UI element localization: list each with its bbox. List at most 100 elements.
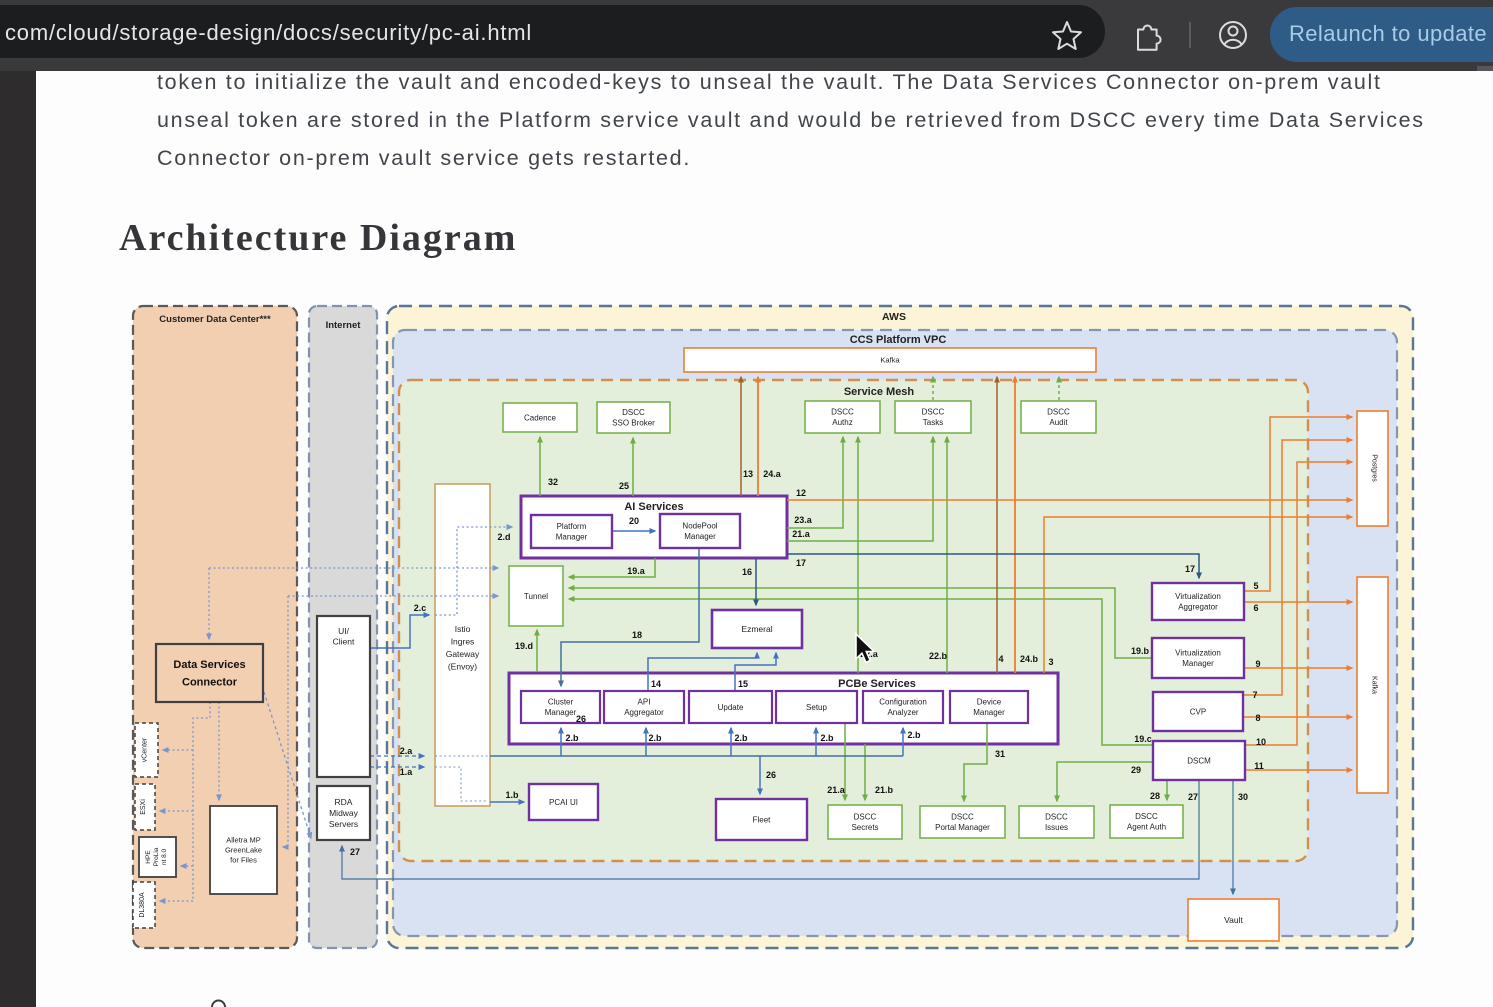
svg-text:for Files: for Files [230,856,257,865]
svg-text:GreenLake: GreenLake [225,846,262,855]
svg-text:Analyzer: Analyzer [887,708,918,717]
svg-text:CCS Platform VPC: CCS Platform VPC [850,334,947,346]
svg-text:RDA: RDA [335,797,353,807]
svg-text:31: 31 [995,749,1005,759]
svg-text:Customer Data Center***: Customer Data Center*** [159,314,271,325]
svg-text:Audit: Audit [1049,418,1068,427]
svg-text:Authz: Authz [832,418,852,427]
svg-text:DSCC: DSCC [1045,813,1068,822]
svg-text:2.b: 2.b [648,733,662,743]
svg-text:26: 26 [766,770,776,780]
svg-text:DSCC: DSCC [922,408,945,417]
svg-text:(Envoy): (Envoy) [448,662,477,672]
svg-text:27: 27 [350,847,360,857]
svg-text:vCenter: vCenter [142,737,149,762]
svg-text:2.b: 2.b [734,733,748,743]
svg-text:DSCM: DSCM [1187,756,1211,765]
svg-text:26: 26 [576,714,586,724]
svg-text:Fleet: Fleet [753,815,772,824]
svg-text:19.b: 19.b [1131,646,1150,656]
svg-text:Gateway: Gateway [446,649,480,659]
svg-text:9: 9 [1255,659,1260,669]
svg-text:19.c: 19.c [1134,734,1152,744]
svg-text:Cadence: Cadence [524,413,557,422]
svg-text:15: 15 [738,679,748,689]
svg-text:14: 14 [651,679,661,689]
svg-text:21.a: 21.a [792,529,811,539]
svg-text:Vault: Vault [1224,915,1243,925]
svg-text:21.b: 21.b [875,785,894,795]
svg-text:SSO Broker: SSO Broker [612,418,655,427]
svg-text:24.a: 24.a [763,469,782,479]
svg-text:Connector: Connector [182,677,238,689]
svg-text:2.a: 2.a [400,746,414,756]
svg-text:Portal Manager: Portal Manager [935,823,990,832]
svg-text:ProLia: ProLia [153,847,160,866]
svg-text:DSCC: DSCC [622,408,645,417]
svg-text:2.d: 2.d [497,532,510,542]
svg-text:2.b: 2.b [820,733,834,743]
svg-text:2.b: 2.b [565,733,579,743]
svg-text:25: 25 [619,481,629,491]
svg-text:NodePool: NodePool [682,522,717,531]
svg-text:Servers: Servers [329,819,358,829]
svg-text:Data Services: Data Services [173,659,245,671]
svg-text:17: 17 [796,558,806,568]
svg-text:Ezmeral: Ezmeral [741,624,772,634]
svg-text:Device: Device [977,698,1002,707]
svg-text:DSCC: DSCC [854,813,877,822]
svg-text:AI Services: AI Services [624,501,683,513]
svg-text:23.a: 23.a [794,515,813,525]
svg-text:Manager: Manager [973,708,1005,717]
svg-text:Internet: Internet [326,320,362,331]
svg-text:Manager: Manager [556,532,588,541]
svg-text:6: 6 [1253,603,1258,613]
svg-text:PCBe Services: PCBe Services [838,678,916,690]
svg-text:Cluster: Cluster [548,698,574,707]
svg-text:13: 13 [743,469,753,479]
svg-text:21.a: 21.a [827,785,846,795]
svg-text:API: API [638,698,651,707]
svg-text:Issues: Issues [1045,823,1068,832]
svg-text:16: 16 [742,567,752,577]
svg-text:Tasks: Tasks [923,418,943,427]
svg-text:Virtualization: Virtualization [1175,592,1221,601]
svg-text:18: 18 [632,630,642,640]
svg-text:Service Mesh: Service Mesh [844,386,915,398]
svg-text:DL380A: DL380A [139,892,146,918]
svg-text:HPE: HPE [145,850,152,864]
svg-text:Manager: Manager [684,532,716,541]
svg-text:17: 17 [1185,564,1195,574]
svg-text:Aggregator: Aggregator [1178,602,1218,611]
svg-text:AWS: AWS [882,311,906,323]
svg-text:nt 8.0: nt 8.0 [161,848,168,865]
svg-text:Manager: Manager [1182,659,1214,668]
svg-text:Virtualization: Virtualization [1175,649,1221,658]
svg-text:DSCC: DSCC [831,408,854,417]
svg-text:10: 10 [1256,737,1266,747]
svg-text:11: 11 [1254,761,1264,771]
svg-text:20: 20 [629,516,639,526]
svg-text:Postgres: Postgres [1371,454,1378,482]
svg-text:24.b: 24.b [1020,654,1039,664]
svg-text:2.b: 2.b [907,730,921,740]
svg-text:12: 12 [796,488,806,498]
svg-text:CVP: CVP [1190,707,1206,716]
svg-text:28: 28 [1150,791,1160,801]
svg-text:3: 3 [1048,657,1053,667]
svg-text:19.a: 19.a [627,566,646,576]
svg-text:Alletra MP: Alletra MP [226,836,261,845]
svg-text:22.b: 22.b [929,651,948,661]
svg-text:ESXi: ESXi [140,799,147,815]
svg-text:1.b: 1.b [505,790,519,800]
svg-text:UI/: UI/ [338,626,350,636]
svg-text:Aggregator: Aggregator [624,708,664,717]
svg-text:30: 30 [1238,792,1248,802]
svg-text:DSCC: DSCC [1135,812,1158,821]
svg-text:DSCC: DSCC [1047,408,1070,417]
svg-text:27: 27 [1188,792,1198,802]
svg-text:Midway: Midway [329,808,359,818]
svg-text:Update: Update [718,703,744,712]
svg-text:Configuration: Configuration [879,698,927,707]
svg-text:Kafka: Kafka [880,356,900,365]
